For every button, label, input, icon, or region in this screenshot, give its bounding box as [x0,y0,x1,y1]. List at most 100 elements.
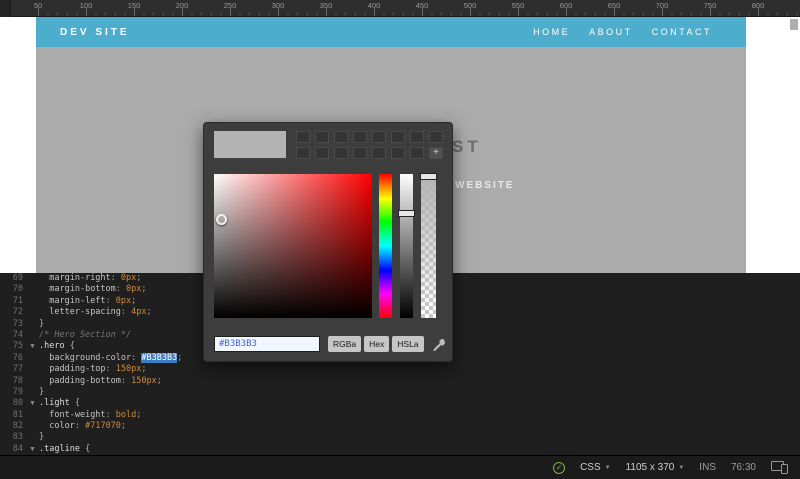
code-text: font-weight: bold; [49,409,142,420]
swatch-slot[interactable] [391,131,405,143]
ruler-label: 50 [33,1,43,10]
swatch-slot[interactable] [372,147,386,159]
ruler-label: 200 [175,1,189,10]
line-number: 75 [12,341,23,352]
horizontal-ruler: 50 100 150 200 250 300 350 400 450 500 550 600 650 70… [0,0,800,17]
swatch-slot[interactable] [353,131,367,143]
line-number: 77 [12,364,23,375]
code-text: } [39,318,45,329]
live-preview-icon[interactable] [771,461,788,474]
file-type-label: CSS [580,462,601,473]
code-text: margin-right: 0px; [49,273,142,283]
chevron-down-icon: ▼ [678,464,685,471]
swatch-slot[interactable] [334,131,348,143]
add-swatch-button[interactable]: + [429,147,443,159]
file-type-dropdown[interactable]: CSS ▼ [580,462,611,473]
site-header: DEV SITE HOME ABOUT CONTACT [36,17,746,47]
format-button-hsla[interactable]: HSLa [392,336,424,352]
editor-line[interactable]: 77 padding-top: 150px; [0,364,800,375]
insert-mode-toggle[interactable]: INS [699,462,716,473]
hue-slider[interactable] [379,174,392,318]
fold-arrow-icon[interactable]: ▼ [26,341,39,352]
saturation-cursor[interactable] [216,214,227,225]
site-nav: HOME ABOUT CONTACT [533,27,712,37]
line-number: 71 [12,295,23,306]
line-number: 79 [12,386,23,397]
line-number: 80 [12,398,23,409]
code-text: margin-left: 0px; [49,295,137,306]
nav-item-about[interactable]: ABOUT [589,27,633,37]
format-button-hex[interactable]: Hex [364,336,390,352]
line-number: 81 [12,409,23,420]
line-number: 69 [12,273,23,283]
hex-input[interactable] [214,336,320,352]
code-text: background-color: #B3B3B3; [49,352,183,363]
format-buttons: RGBa Hex HSLa [328,336,424,352]
ruler-label: 100 [79,1,93,10]
swatch-slot[interactable] [334,147,348,159]
swatch-slot[interactable] [429,131,443,143]
lightness-handle[interactable] [398,210,415,217]
editor-line[interactable]: 80 ▼ .light { [0,398,800,409]
alpha-handle[interactable] [420,173,437,180]
ruler-label: 400 [367,1,381,10]
nav-item-home[interactable]: HOME [533,27,570,37]
ruler-label: 600 [559,1,573,10]
alpha-slider[interactable] [420,173,437,318]
lightness-slider[interactable] [398,174,415,318]
editor-line[interactable]: 79} [0,387,800,398]
hero-tagline-fragment: WEBSITE [455,180,515,191]
code-text: padding-top: 150px; [49,364,147,375]
editor-line[interactable]: 81 font-weight: bold; [0,410,800,421]
code-text: } [39,432,45,443]
alpha-gradient [421,174,436,318]
editor-line[interactable]: 82 color: #717070; [0,421,800,432]
editor-line[interactable]: 84 ▼ .tagline { [0,444,800,455]
swatch-slot[interactable] [391,147,405,159]
swatch-slot[interactable] [315,131,329,143]
editor-line[interactable]: 78 padding-bottom: 150px; [0,376,800,387]
format-button-rgba[interactable]: RGBa [328,336,362,352]
swatch-slot[interactable] [296,147,310,159]
status-bar: ✓ CSS ▼ 1105 x 370 ▼ INS 76:30 [0,455,800,479]
code-text: /* Hero Section */ [39,329,132,340]
swatch-slot[interactable] [410,147,424,159]
swatch-slot[interactable] [315,147,329,159]
code-text: .tagline { [39,443,91,454]
swatch-slot[interactable] [372,131,386,143]
fold-arrow-icon[interactable]: ▼ [26,398,39,409]
code-text: margin-bottom: 0px; [49,284,147,295]
line-number: 72 [12,307,23,318]
ruler-label: 700 [655,1,669,10]
lint-ok-icon[interactable]: ✓ [553,461,566,474]
line-number: 83 [12,432,23,443]
live-size-label: 1105 x 370 [625,462,675,473]
line-number: 78 [12,375,23,386]
preview-scrollbar-thumb[interactable] [790,19,798,30]
fold-arrow-icon[interactable]: ▼ [26,444,39,455]
ruler-label: 450 [415,1,429,10]
swatch-slot[interactable] [296,131,310,143]
eyedropper-button[interactable] [430,337,446,353]
nav-item-contact[interactable]: CONTACT [652,27,712,37]
swatch-slot[interactable] [353,147,367,159]
app-window: 50 100 150 200 250 300 350 400 450 500 550 600 650 70… [0,0,800,479]
code-text: .hero { [39,341,75,352]
editor-line[interactable]: 83} [0,432,800,443]
saturation-field[interactable] [214,174,372,318]
line-number: 73 [12,318,23,329]
swatch-slot[interactable] [410,131,424,143]
site-brand[interactable]: DEV SITE [60,27,130,38]
hero-heading-fragment: ST [452,137,482,156]
ruler-label: 750 [703,1,717,10]
live-size-dropdown[interactable]: 1105 x 370 ▼ [626,462,685,473]
